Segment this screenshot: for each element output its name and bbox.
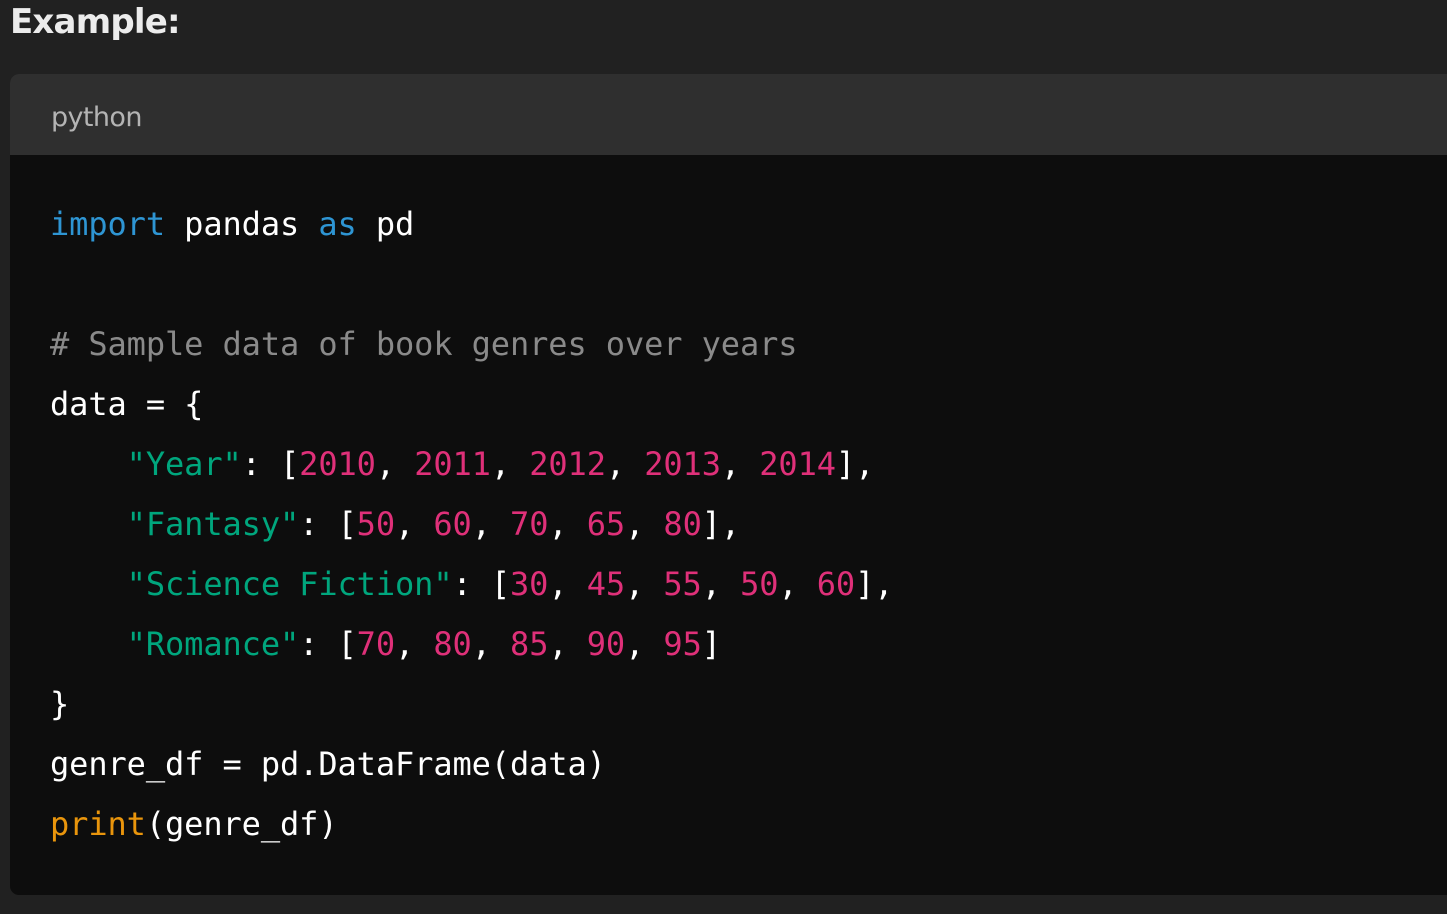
code-token-plain: : [ <box>241 445 300 483</box>
code-line: "Year": [2010, 2011, 2012, 2013, 2014], <box>50 434 893 494</box>
code-token-plain: genre_df = pd.DataFrame(data) <box>50 745 606 783</box>
chat-page: Example: python import pandas as pd # Sam… <box>0 0 1447 914</box>
code-token-number: 45 <box>586 565 626 603</box>
code-token-number: 50 <box>740 565 779 603</box>
code-token-plain: pd <box>356 205 415 243</box>
code-token-plain: , <box>548 565 587 603</box>
code-token-plain: , <box>548 625 587 663</box>
code-token-plain: , <box>490 445 530 483</box>
code-token-plain: , <box>720 445 760 483</box>
code-token-number: 80 <box>433 625 472 663</box>
code-token-plain: pandas <box>165 205 319 243</box>
code-token-number: 60 <box>433 505 472 543</box>
code-token-plain: , <box>395 505 434 543</box>
code-token-number: 65 <box>586 505 626 543</box>
code-line: "Romance": [70, 80, 85, 90, 95] <box>50 614 893 674</box>
code-token-string: "Science Fiction" <box>126 565 453 603</box>
code-token-plain: } <box>50 685 70 723</box>
code-token-plain: , <box>471 625 511 663</box>
code-token-number: 50 <box>356 505 396 543</box>
code-token-number: 85 <box>510 625 549 663</box>
code-token-number: 55 <box>663 565 702 603</box>
code-token-number: 2011 <box>414 445 491 483</box>
code-token-plain: data = { <box>50 385 204 423</box>
code-token-plain: ], <box>855 565 894 603</box>
code-token-plain: , <box>395 625 434 663</box>
code-token-plain: , <box>471 505 511 543</box>
example-heading: Example: <box>10 2 181 42</box>
code-token-plain: , <box>778 565 817 603</box>
code-content[interactable]: import pandas as pd # Sample data of book… <box>50 194 894 854</box>
code-token-plain: , <box>625 625 664 663</box>
code-block-header: python <box>10 74 1447 155</box>
code-token-plain: (genre_df) <box>145 805 338 843</box>
code-line: "Fantasy": [50, 60, 70, 65, 80], <box>50 494 893 554</box>
code-line: import pandas as pd <box>50 194 893 254</box>
code-token-string: "Year" <box>126 445 242 483</box>
code-line: "Science Fiction": [30, 45, 55, 50, 60], <box>50 554 894 614</box>
code-token-plain: , <box>548 505 587 543</box>
code-line: print(genre_df) <box>50 794 893 854</box>
code-token-number: 70 <box>356 625 396 663</box>
code-token-number: 2013 <box>644 445 721 483</box>
code-block: python import pandas as pd # Sample data … <box>10 74 1447 895</box>
code-token-number: 2014 <box>759 445 836 483</box>
code-line: data = { <box>50 374 893 434</box>
code-token-string: "Romance" <box>126 625 300 663</box>
code-token-number: 90 <box>586 625 626 663</box>
code-token-keyword: import <box>50 205 165 243</box>
code-token-plain: , <box>605 445 645 483</box>
code-token-keyword: as <box>318 205 357 243</box>
code-token-plain: : [ <box>299 625 357 663</box>
code-token-comment: # Sample data of book genres over years <box>50 325 798 363</box>
code-token-builtin: print <box>50 805 146 843</box>
code-token-plain: ], <box>701 505 741 543</box>
code-token-number: 80 <box>663 505 702 543</box>
code-token-plain: , <box>625 565 664 603</box>
code-language-label: python <box>51 102 142 133</box>
code-token-plain: , <box>625 505 664 543</box>
code-token-plain: ] <box>701 625 721 663</box>
code-line: # Sample data of book genres over years <box>50 314 893 374</box>
code-token-plain: : [ <box>452 565 511 603</box>
code-line: } <box>50 674 893 734</box>
code-token-string: "Fantasy" <box>126 505 300 543</box>
code-token-number: 60 <box>816 565 856 603</box>
code-token-number: 2010 <box>299 445 376 483</box>
code-token-number: 95 <box>663 625 702 663</box>
code-token-plain: ], <box>835 445 875 483</box>
code-token-plain: , <box>375 445 415 483</box>
code-line: genre_df = pd.DataFrame(data) <box>50 734 893 794</box>
code-token-number: 30 <box>510 565 549 603</box>
code-token-number: 2012 <box>529 445 606 483</box>
code-token-number: 70 <box>510 505 549 543</box>
code-token-plain: , <box>701 565 741 603</box>
code-token-plain: : [ <box>299 505 357 543</box>
